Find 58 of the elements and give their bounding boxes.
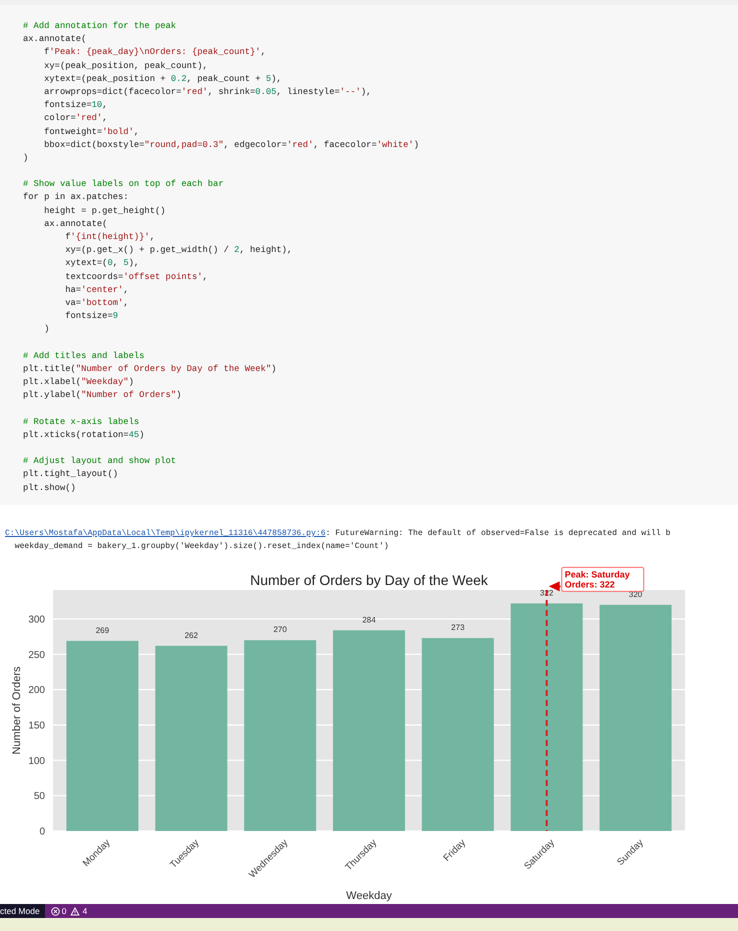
code-line: xytext=(peak_position + 0.2, peak_count + 5), [43, 74, 282, 84]
annotation: Peak: Saturday Orders: 322 [564, 569, 630, 590]
code-line: plt.xlabel("Weekday") [23, 377, 134, 388]
code-line: fontweight='bold', [43, 126, 140, 136]
code-line: xy=(peak_position, peak_count), [43, 60, 208, 71]
code-line: ax.annotate( [23, 34, 86, 44]
y-tick-label: 0 [39, 826, 45, 838]
code-line: bbox=dict(boxstyle="round,pad=0.3", edgecolor='red', facecolor='white') [43, 140, 419, 150]
code-line: for p in ax.patches: [23, 192, 129, 202]
code-line: arrowprops=dict(facecolor='red', shrink=0.05, linestyle='--'), [43, 86, 372, 97]
code-line: plt.show() [23, 482, 76, 493]
code-line: fontsize=10, [43, 100, 108, 110]
code-line: plt.xticks(rotation=45) [23, 430, 144, 440]
code-line: textcoords='offset points', [64, 272, 208, 282]
mode-indicator[interactable]: cted Mode [0, 904, 45, 918]
y-tick-label: 150 [28, 720, 45, 732]
value-label: 284 [362, 615, 376, 624]
y-tick-label: 300 [28, 614, 45, 626]
code-line: f'{int(height)}', [64, 232, 155, 242]
code-comment: # Add titles and labels [23, 350, 144, 361]
code-line: ha='center', [64, 284, 129, 295]
code-line: ) [23, 152, 28, 163]
warning-icon [70, 906, 80, 916]
problems-button[interactable]: 0 4 [50, 904, 88, 918]
code-comment: # Rotate x-axis labels [23, 416, 140, 427]
x-axis-label: Weekday [346, 890, 392, 902]
code-line: f'Peak: {peak_day}\nOrders: {peak_count}', [43, 47, 266, 58]
y-tick-label: 100 [28, 756, 45, 767]
code-line: xytext=(0, 5), [64, 258, 140, 268]
warning-text: : FutureWarning: The default of observed=False is deprecated and will b [326, 529, 670, 538]
code-comment: # Show value labels on top of each bar [23, 179, 224, 190]
code-line: plt.ylabel("Number of Orders") [23, 390, 182, 400]
chart-title: Number of Orders by Day of the Week [250, 572, 488, 588]
code-line: xy=(p.get_x() + p.get_width() / 2, height), [64, 245, 292, 256]
y-axis-label: Number of Orders [11, 666, 23, 755]
y-tick-label: 50 [34, 791, 45, 802]
code-line: fontsize=9 [64, 311, 118, 322]
code-line: ax.annotate( [43, 218, 108, 229]
code-line: height = p.get_height() [43, 206, 166, 216]
value-label: 273 [451, 623, 465, 632]
peak-annotation: Peak: Saturday Orders: 322 [561, 566, 644, 592]
code-line: va='bottom', [64, 298, 129, 308]
y-tick-label: 200 [28, 685, 45, 696]
code-line: plt.title("Number of Orders by Day of the Week") [23, 364, 276, 374]
arrow [548, 581, 561, 592]
code-line: color='red', [43, 113, 108, 124]
file-link[interactable]: C:\Users\Mostafa\AppData\Local\Temp\ipykernel_11316\447858736.py:6 [5, 529, 326, 538]
y-tick-label: 250 [28, 650, 45, 661]
code-line: ) [43, 324, 50, 334]
code-comment: # Adjust layout and show plot [23, 456, 176, 466]
value-label: 270 [273, 625, 287, 634]
code-line: plt.tight_layout() [23, 469, 118, 480]
warning-source-line: weekday_demand = bakery_1.groupby('Weekday').size().reset_index(name='Count') [14, 542, 389, 551]
value-label: 320 [628, 590, 642, 599]
error-icon [50, 906, 60, 916]
code-comment: # Add annotation for the peak [23, 21, 176, 31]
value-label: 269 [96, 626, 110, 635]
value-label: 262 [184, 630, 198, 640]
